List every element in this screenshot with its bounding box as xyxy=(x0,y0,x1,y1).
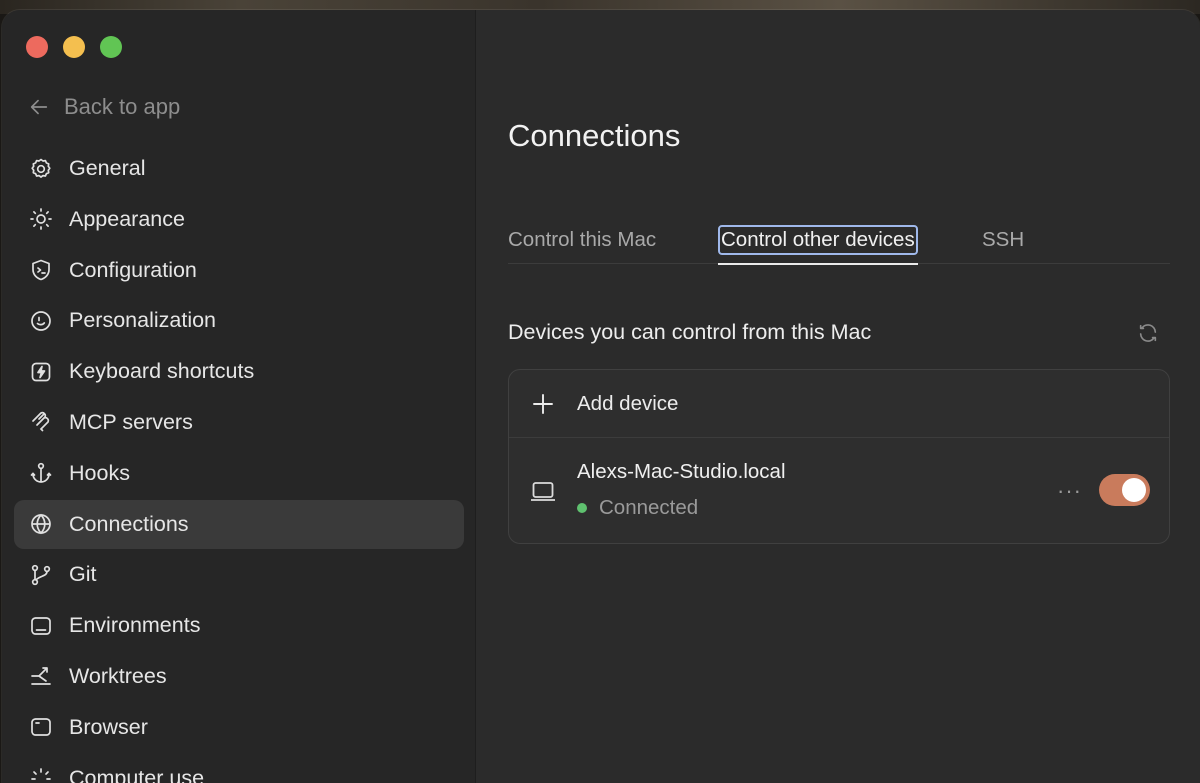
sidebar-item-label: Keyboard shortcuts xyxy=(69,359,255,384)
sidebar-item-label: General xyxy=(69,156,146,180)
devices-card: Add device Alexs-Mac-Studio.local Connec… xyxy=(508,369,1170,544)
more-options-button[interactable]: ··· xyxy=(1057,478,1082,504)
anchor-icon xyxy=(28,460,54,486)
sidebar-item-keyboard-shortcuts[interactable]: Keyboard shortcuts xyxy=(14,347,464,396)
sidebar-item-label: Appearance xyxy=(69,206,185,231)
sidebar-item-label: Computer use xyxy=(69,765,205,783)
sidebar-item-browser[interactable]: Browser xyxy=(14,703,464,752)
worktree-icon xyxy=(28,663,54,689)
device-enabled-toggle[interactable] xyxy=(1099,474,1150,506)
status-label: Connected xyxy=(599,496,699,519)
tab-control-other-devices[interactable]: Control other devices xyxy=(718,216,918,265)
toggle-knob xyxy=(1122,478,1146,502)
settings-window: Back to app General Appearance Configura… xyxy=(2,10,1200,783)
sidebar-item-git[interactable]: Git xyxy=(14,550,464,599)
add-device-button[interactable]: Add device xyxy=(509,370,1169,438)
monitor-icon xyxy=(28,613,54,639)
plus-icon xyxy=(533,393,553,414)
bolt-key-icon xyxy=(28,359,54,385)
maximize-window-button[interactable] xyxy=(100,36,122,58)
device-status: Connected xyxy=(577,496,698,520)
sidebar-item-label: Hooks xyxy=(69,460,130,485)
arrow-left-icon xyxy=(30,99,48,115)
sidebar-item-environments[interactable]: Environments xyxy=(14,601,464,650)
sidebar-item-connections[interactable]: Connections xyxy=(14,499,464,549)
refresh-icon[interactable] xyxy=(1137,322,1159,344)
sidebar-item-label: Browser xyxy=(69,714,148,739)
device-name: Alexs-Mac-Studio.local xyxy=(577,460,786,483)
shield-terminal-icon xyxy=(28,257,54,283)
computer-use-icon xyxy=(28,765,54,783)
sidebar-item-label: Connections xyxy=(69,511,189,536)
sidebar-item-appearance[interactable]: Appearance xyxy=(14,195,464,244)
section-title: Devices you can control from this Mac xyxy=(508,320,872,344)
settings-nav: General Appearance Configuration Persona… xyxy=(14,144,464,783)
sidebar-item-label: MCP servers xyxy=(69,409,193,434)
device-row: Alexs-Mac-Studio.local Connected ··· xyxy=(509,438,1169,544)
git-branch-icon xyxy=(28,562,54,588)
smile-icon xyxy=(28,308,54,334)
laptop-icon xyxy=(531,482,555,501)
tab-control-this-mac[interactable]: Control this Mac xyxy=(508,216,656,264)
globe-icon xyxy=(28,511,54,537)
tab-label: SSH xyxy=(982,228,1025,251)
gear-icon xyxy=(28,156,54,182)
sidebar-item-worktrees[interactable]: Worktrees xyxy=(14,652,464,701)
sidebar-item-hooks[interactable]: Hooks xyxy=(14,449,464,498)
status-dot xyxy=(577,503,587,513)
main-panel: Connections Control this Mac Control oth… xyxy=(476,10,1200,783)
sidebar: Back to app General Appearance Configura… xyxy=(2,10,476,783)
sidebar-item-label: Worktrees xyxy=(69,663,167,688)
sidebar-item-label: Configuration xyxy=(69,257,197,282)
tab-label: Control other devices xyxy=(718,225,918,255)
back-to-app-link[interactable]: Back to app xyxy=(28,94,180,120)
tab-label: Control this Mac xyxy=(508,228,657,251)
page-title: Connections xyxy=(508,118,681,153)
sidebar-item-personalization[interactable]: Personalization xyxy=(14,296,464,345)
sidebar-item-label: Personalization xyxy=(69,308,217,333)
sidebar-item-label: Git xyxy=(69,562,97,587)
minimize-window-button[interactable] xyxy=(63,36,85,58)
sidebar-item-computer-use[interactable]: Computer use xyxy=(14,754,464,783)
mcp-icon xyxy=(28,409,54,435)
tab-bar: Control this Mac Control other devices S… xyxy=(508,216,1170,265)
back-to-app-label: Back to app xyxy=(64,94,181,119)
sidebar-item-general[interactable]: General xyxy=(14,144,464,193)
sidebar-item-label: Environments xyxy=(69,613,201,638)
close-window-button[interactable] xyxy=(26,36,48,58)
sidebar-item-configuration[interactable]: Configuration xyxy=(14,246,464,295)
browser-icon xyxy=(28,714,54,740)
sun-icon xyxy=(28,206,54,232)
sidebar-item-mcp-servers[interactable]: MCP servers xyxy=(14,398,464,447)
window-controls xyxy=(26,36,122,58)
tab-ssh[interactable]: SSH xyxy=(982,216,1024,264)
add-device-label: Add device xyxy=(577,391,679,415)
